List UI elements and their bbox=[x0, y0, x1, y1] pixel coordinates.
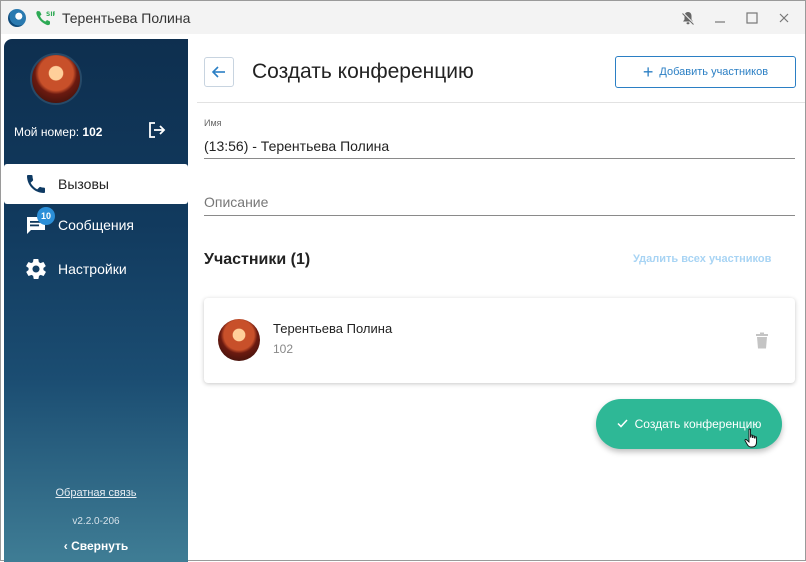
plus-icon: + bbox=[642, 62, 654, 82]
collapse-sidebar-button[interactable]: ‹ Свернуть bbox=[4, 539, 188, 553]
svg-text:SIP: SIP bbox=[46, 11, 55, 18]
unread-badge: 10 bbox=[37, 207, 55, 225]
participants-heading: Участники (1) bbox=[204, 251, 311, 268]
page-title: Создать конференцию bbox=[252, 60, 474, 83]
app-window: SIP Терентьева Полина Мой номер: 102 Выз… bbox=[0, 0, 806, 562]
header-divider bbox=[197, 102, 805, 103]
create-conference-label: Создать конференцию bbox=[634, 417, 762, 431]
phone-icon bbox=[24, 172, 48, 196]
sidebar-item-label: Вызовы bbox=[58, 176, 109, 192]
sidebar-item-label: Сообщения bbox=[58, 217, 134, 233]
sidebar-item-settings[interactable]: Настройки bbox=[4, 249, 188, 289]
minimize-icon[interactable] bbox=[713, 11, 727, 25]
hand-cursor-icon bbox=[744, 428, 760, 448]
chevron-left-icon: ‹ bbox=[63, 539, 72, 553]
sidebar-item-label: Настройки bbox=[58, 261, 127, 277]
arrow-left-icon bbox=[211, 66, 225, 78]
name-field[interactable]: (13:56) - Терентьева Полина bbox=[204, 138, 389, 154]
my-number-label: Мой номер: bbox=[14, 125, 80, 139]
participant-avatar bbox=[218, 319, 260, 361]
maximize-icon[interactable] bbox=[745, 11, 759, 25]
user-avatar[interactable] bbox=[30, 53, 82, 105]
sip-phone-icon: SIP bbox=[35, 9, 58, 27]
app-version: v2.2.0-206 bbox=[72, 516, 120, 527]
feedback-link[interactable]: Обратная связь bbox=[4, 487, 188, 499]
my-number: Мой номер: 102 bbox=[14, 125, 102, 139]
bell-off-icon[interactable] bbox=[681, 10, 695, 25]
my-number-value: 102 bbox=[82, 125, 103, 139]
gear-icon bbox=[24, 257, 48, 281]
title-bar: SIP Терентьева Полина bbox=[1, 1, 805, 34]
app-logo-icon bbox=[8, 8, 26, 27]
trash-icon[interactable] bbox=[755, 332, 769, 349]
description-field[interactable]: Описание bbox=[204, 194, 268, 210]
logout-icon[interactable] bbox=[148, 121, 166, 139]
window-title: Терентьева Полина bbox=[62, 9, 191, 26]
collapse-label: Свернуть bbox=[71, 539, 129, 553]
close-icon[interactable] bbox=[777, 11, 791, 25]
description-field-underline bbox=[204, 215, 795, 216]
check-icon bbox=[617, 417, 628, 431]
add-participants-button[interactable]: + Добавить участников bbox=[615, 56, 796, 88]
add-participants-label: Добавить участников bbox=[659, 66, 769, 78]
sidebar-item-messages[interactable]: 10 Сообщения bbox=[4, 205, 188, 245]
sidebar-item-calls[interactable]: Вызовы bbox=[4, 164, 188, 204]
participant-name: Терентьева Полина bbox=[273, 321, 393, 336]
name-field-underline bbox=[204, 158, 795, 159]
back-button[interactable] bbox=[204, 57, 234, 87]
message-icon: 10 bbox=[24, 207, 55, 237]
participant-number: 102 bbox=[273, 342, 294, 356]
participant-card: Терентьева Полина 102 bbox=[204, 298, 795, 383]
remove-all-participants-button[interactable]: Удалить всех участников bbox=[633, 253, 771, 265]
name-field-label: Имя bbox=[204, 118, 222, 128]
sidebar: Мой номер: 102 Вызовы 10 Сообщения Настр… bbox=[4, 39, 188, 562]
